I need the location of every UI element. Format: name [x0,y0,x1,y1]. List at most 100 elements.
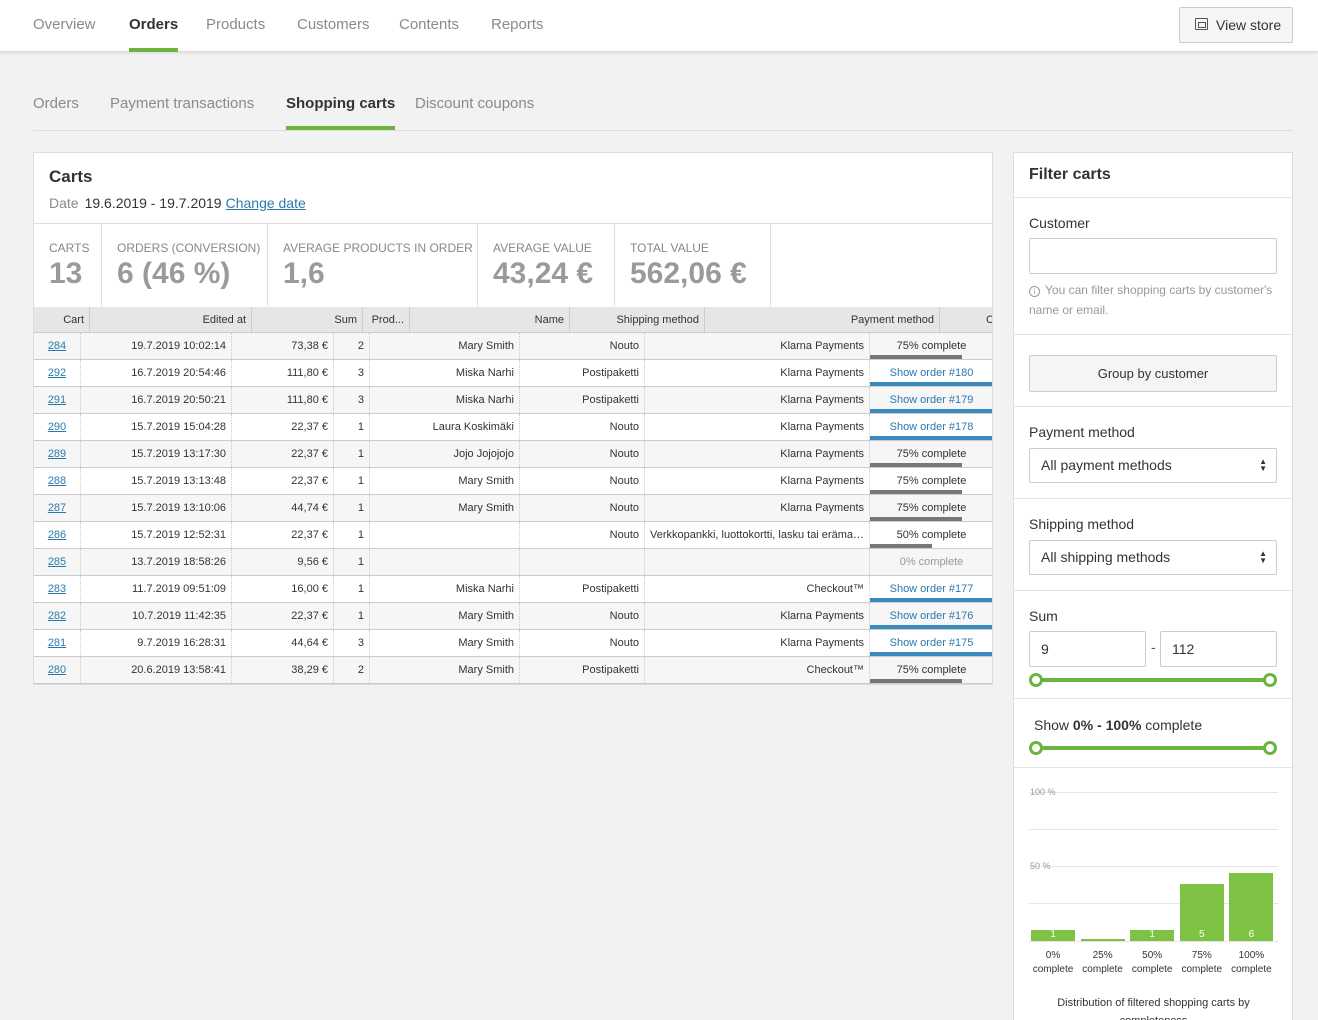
cell-status[interactable]: Show order #177 [870,576,992,602]
cart-link[interactable]: 283 [48,583,66,595]
stat-value: 1,6 [283,257,325,290]
cell-name: Mary Smith [370,657,520,683]
table-row[interactable]: 291 16.7.2019 20:50:21 111,80 €3 Miska Narh… [34,387,992,414]
show-order-link[interactable]: Show order #180 [890,367,974,379]
col-name[interactable]: Name [410,307,570,333]
table-row[interactable]: 286 15.7.2019 12:52:31 22,37 €1 Nouto Verkko… [34,522,992,549]
cart-link[interactable]: 285 [48,556,66,568]
cell-status[interactable]: Show order #179 [870,387,992,413]
cell-cart: 282 [34,603,81,629]
show-order-link[interactable]: Show order #177 [890,583,974,595]
table-row[interactable]: 283 11.7.2019 09:51:09 16,00 €1 Miska Narhi… [34,576,992,603]
cell-shipping: Nouto [520,333,645,359]
x-tick-label: 100% complete [1231,950,1272,975]
cell-status: 75% complete [870,657,992,683]
cart-link[interactable]: 281 [48,637,66,649]
x-tick-label: 25% complete [1082,950,1123,975]
nav-orders[interactable]: Orders [129,0,179,52]
cell-status[interactable]: Show order #175 [870,630,992,656]
nav-products[interactable]: Products [206,0,265,52]
cart-link[interactable]: 282 [48,610,66,622]
payment-select[interactable]: All payment methods ▲ ▼ [1029,448,1277,483]
nav-customers[interactable]: Customers [297,0,370,52]
cart-link[interactable]: 286 [48,529,66,541]
cell-prod: 2 [334,333,370,359]
table-row[interactable]: 288 15.7.2019 13:13:48 22,37 €1 Mary Smith N… [34,468,992,495]
table-row[interactable]: 285 13.7.2019 18:58:26 9,56 €1 0% complete [34,549,992,576]
show-order-link[interactable]: Show order #176 [890,610,974,622]
cell-shipping: Postipaketti [520,576,645,602]
col-payment-method[interactable]: Payment method [705,307,940,333]
col-edited-at[interactable]: Edited at [90,307,252,333]
table-row[interactable]: 292 16.7.2019 20:54:46 111,80 €3 Miska Narh… [34,360,992,387]
completion-status: 50% complete [896,529,967,541]
show-order-link[interactable]: Show order #179 [890,394,974,406]
col-cart[interactable]: Cart [34,307,90,333]
cell-status[interactable]: Show order #178 [870,414,992,440]
tab-payment-transactions[interactable]: Payment transactions [110,95,254,131]
slider-max-handle[interactable] [1263,673,1277,687]
cart-link[interactable]: 287 [48,502,66,514]
table-row[interactable]: 284 19.7.2019 10:02:14 73,38 €2 Mary Smith N… [34,333,992,360]
show-order-link[interactable]: Show order #178 [890,421,974,433]
table-row[interactable]: 281 9.7.2019 16:28:31 44,64 €3 Mary Smith No… [34,630,992,657]
stat-total-value: TOTAL VALUE 562,06 € [615,224,771,306]
customer-input[interactable] [1029,238,1277,274]
table-row[interactable]: 280 20.6.2019 13:58:41 38,29 €2 Mary Smith P… [34,657,992,684]
chart-baseline [1029,941,1278,942]
slider-min-handle[interactable] [1029,673,1043,687]
stat-value: 6 (46 %) [117,257,231,290]
sum-range-slider[interactable] [1029,673,1277,687]
completion-bar [870,490,963,494]
col-products[interactable]: Prod... [363,307,410,333]
filter-panel: Filter carts Customer i You can filter sh… [1013,152,1293,1020]
tab-discount-coupons[interactable]: Discount coupons [415,95,534,131]
nav-reports[interactable]: Reports [491,0,544,52]
group-by-customer-button[interactable]: Group by customer [1029,355,1277,392]
cart-link[interactable]: 288 [48,475,66,487]
cell-prod: 1 [334,603,370,629]
cart-link[interactable]: 284 [48,340,66,352]
cart-link[interactable]: 280 [48,664,66,676]
complete-range-slider[interactable] [1029,741,1277,755]
stat-value: 43,24 € [493,257,594,290]
nav-contents[interactable]: Contents [399,0,459,52]
stat-average-products: AVERAGE PRODUCTS IN ORDER 1,6 [268,224,478,306]
table-row[interactable]: 290 15.7.2019 15:04:28 22,37 €1 Laura Koski… [34,414,992,441]
divider [33,130,1293,131]
col-shipping-method[interactable]: Shipping method [570,307,705,333]
cart-link[interactable]: 289 [48,448,66,460]
completion-bar [870,652,992,656]
col-status[interactable]: C [940,307,992,333]
cart-link[interactable]: 290 [48,421,66,433]
cell-status: 0% complete [870,549,992,575]
change-date-link[interactable]: Change date [226,195,306,211]
cell-payment: Klarna Payments [645,630,870,656]
cell-sum: 73,38 € [232,333,334,359]
table-row[interactable]: 289 15.7.2019 13:17:30 22,37 €1 Jojo Jojojo… [34,441,992,468]
cell-status[interactable]: Show order #180 [870,360,992,386]
table-row[interactable]: 282 10.7.2019 11:42:35 22,37 €1 Mary Smith N… [34,603,992,630]
complete-prefix: Show [1034,717,1073,733]
shipping-select[interactable]: All shipping methods ▲ ▼ [1029,540,1277,575]
slider-track [1035,678,1271,682]
cell-sum: 38,29 € [232,657,334,683]
nav-overview[interactable]: Overview [33,0,96,52]
col-sum[interactable]: Sum [252,307,363,333]
table-row[interactable]: 287 15.7.2019 13:10:06 44,74 €1 Mary Smith N… [34,495,992,522]
slider-min-handle[interactable] [1029,741,1043,755]
sum-max-input[interactable]: 112 [1160,631,1277,667]
cell-status[interactable]: Show order #176 [870,603,992,629]
tab-orders[interactable]: Orders [33,95,79,131]
show-order-link[interactable]: Show order #175 [890,637,974,649]
chart-bar: 1 [1130,929,1175,941]
tab-shopping-carts[interactable]: Shopping carts [286,95,396,131]
y-tick-label: 50 % [1030,861,1051,871]
cart-link[interactable]: 292 [48,367,66,379]
completion-bar [870,382,992,386]
cart-link[interactable]: 291 [48,394,66,406]
sum-min-input[interactable]: 9 [1029,631,1146,667]
view-store-button[interactable]: View store [1179,7,1293,43]
cell-shipping: Nouto [520,441,645,467]
slider-max-handle[interactable] [1263,741,1277,755]
